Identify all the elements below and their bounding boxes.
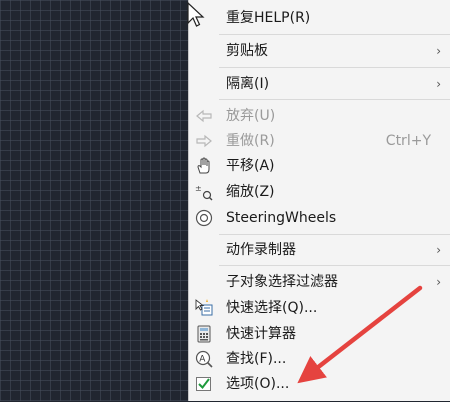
menu-item-subobject-filter[interactable]: 子对象选择过滤器 ›	[189, 269, 450, 295]
menu-item-label: 快速计算器	[226, 326, 296, 342]
menu-item-action-recorder[interactable]: 动作录制器 ›	[189, 237, 450, 263]
submenu-arrow-icon: ›	[436, 243, 441, 257]
menu-separator	[219, 99, 450, 100]
submenu-arrow-icon: ›	[436, 275, 441, 289]
menu-separator	[219, 67, 450, 68]
menu-item-label: 快速选择(Q)...	[226, 300, 318, 316]
menu-separator	[219, 234, 450, 235]
menu-item-quick-calc[interactable]: 快速计算器	[189, 321, 450, 347]
menu-item-label: 剪贴板	[226, 43, 268, 59]
undo-arrow-icon	[195, 107, 213, 125]
checkbox-checked-icon	[195, 375, 213, 393]
find-text-icon: A	[195, 350, 213, 368]
menu-item-label: 平移(A)	[226, 158, 275, 174]
svg-text:A: A	[199, 354, 206, 364]
menu-separator	[219, 34, 450, 35]
menu-item-label: 缩放(Z)	[226, 184, 275, 200]
menu-item-isolate[interactable]: 隔离(I) ›	[189, 71, 450, 97]
steering-wheel-icon	[195, 209, 213, 227]
menu-item-clipboard[interactable]: 剪贴板 ›	[189, 38, 450, 64]
menu-item-redo[interactable]: 重做(R) Ctrl+Y	[189, 128, 450, 154]
svg-text:±: ±	[195, 184, 202, 193]
menu-item-find[interactable]: A 查找(F)...	[189, 346, 450, 372]
menu-item-label: 隔离(I)	[226, 76, 270, 92]
menu-separator	[219, 265, 450, 266]
mouse-pointer-icon	[187, 2, 205, 27]
menu-item-label: 子对象选择过滤器	[226, 274, 338, 290]
submenu-arrow-icon: ›	[436, 77, 441, 91]
menu-item-label: 选项(O)...	[226, 376, 290, 392]
menu-item-label: 重做(R)	[226, 133, 275, 149]
menu-item-undo[interactable]: 放弃(U)	[189, 103, 450, 129]
menu-item-label: 查找(F)...	[226, 351, 287, 367]
menu-item-shortcut: Ctrl+Y	[385, 133, 431, 149]
menu-item-label: 动作录制器	[226, 242, 296, 258]
menu-item-options[interactable]: 选项(O)...	[189, 371, 450, 397]
submenu-arrow-icon: ›	[436, 44, 441, 58]
zoom-icon: ±	[195, 183, 213, 201]
menu-item-label: 重复HELP(R)	[226, 10, 311, 26]
quick-select-icon	[195, 299, 213, 317]
menu-item-zoom[interactable]: ± 缩放(Z)	[189, 179, 450, 205]
menu-item-label: 放弃(U)	[226, 108, 276, 124]
hand-icon	[195, 157, 213, 175]
context-menu: 重复HELP(R) 剪贴板 › 隔离(I) › 放弃(U) 重做(R) Ctrl…	[188, 0, 450, 401]
redo-arrow-icon	[195, 132, 213, 150]
menu-item-label: SteeringWheels	[226, 210, 337, 226]
menu-item-pan[interactable]: 平移(A)	[189, 153, 450, 179]
menu-item-repeat-help[interactable]: 重复HELP(R)	[189, 5, 450, 31]
calculator-icon	[195, 325, 213, 343]
menu-item-quick-select[interactable]: 快速选择(Q)...	[189, 295, 450, 321]
menu-item-steering-wheels[interactable]: SteeringWheels	[189, 205, 450, 231]
